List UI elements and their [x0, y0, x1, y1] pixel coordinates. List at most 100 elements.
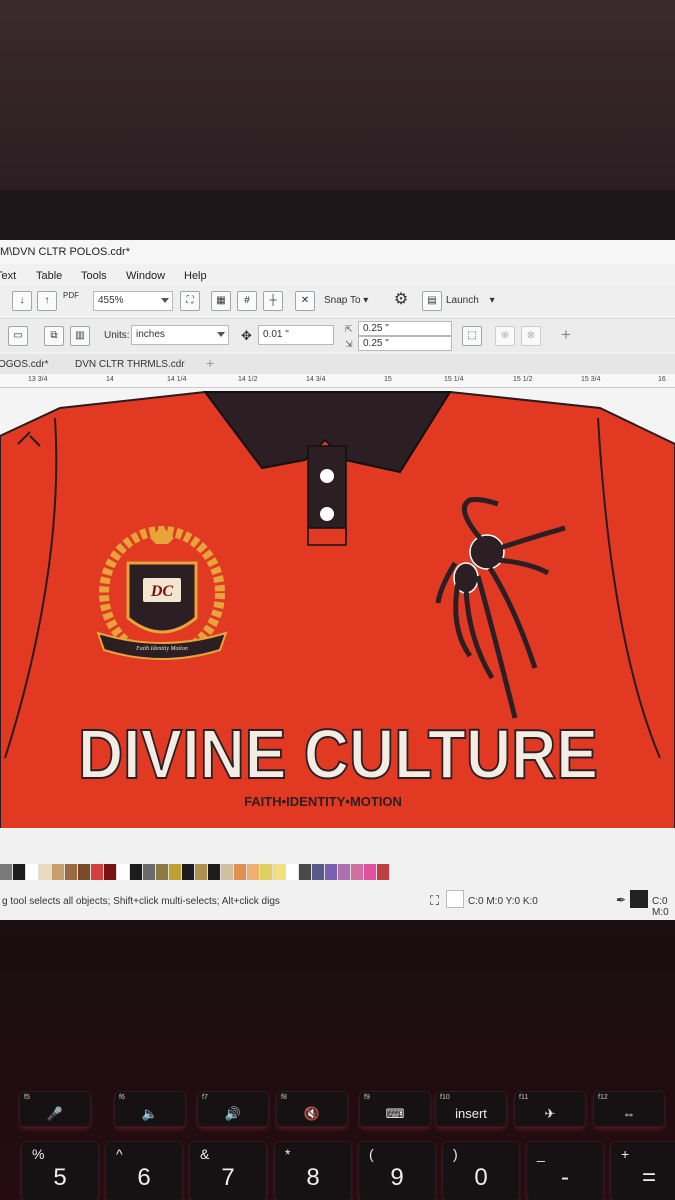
palette-swatch[interactable]: [39, 864, 52, 880]
key-icon: ✈: [544, 1106, 556, 1121]
palette-swatch[interactable]: [0, 864, 13, 880]
gear-icon[interactable]: ⚙: [391, 291, 411, 311]
import-icon[interactable]: ↓: [12, 291, 32, 311]
drawing-canvas[interactable]: DC Faith Identity Motion DIVINE CULTURE …: [0, 388, 675, 830]
number-key-7[interactable]: & 7: [190, 1142, 266, 1200]
number-key-5[interactable]: % 5: [22, 1142, 98, 1200]
number-key-0[interactable]: ) 0: [443, 1142, 519, 1200]
key-label: 9: [390, 1164, 404, 1191]
menu-item-tools[interactable]: Tools: [81, 270, 107, 282]
palette-swatch[interactable]: [364, 864, 377, 880]
photo-scene: M\DVN CLTR POLOS.cdr* Text Table Tools W…: [0, 0, 675, 1200]
placket: [307, 445, 347, 537]
palette-swatch[interactable]: [91, 864, 104, 880]
menu-item-table[interactable]: Table: [36, 270, 62, 282]
launch-button[interactable]: Launch ▾: [446, 295, 495, 306]
palette-swatch[interactable]: [156, 864, 169, 880]
palette-swatch[interactable]: [312, 864, 325, 880]
menu-item-window[interactable]: Window: [126, 270, 165, 282]
palette-swatch[interactable]: [104, 864, 117, 880]
duplicate-distance-x-field[interactable]: 0.25 ": [358, 321, 452, 336]
palette-swatch[interactable]: [325, 864, 338, 880]
publish-pdf-button[interactable]: PDF: [63, 291, 79, 300]
ruler-mark: 15 1/4: [444, 376, 464, 383]
application-launcher-icon[interactable]: ▤: [422, 291, 442, 311]
number-key--[interactable]: _ -: [527, 1142, 603, 1200]
fill-swatch[interactable]: [446, 890, 464, 908]
palette-swatch[interactable]: [208, 864, 221, 880]
dynamic-guides-icon[interactable]: ⊗: [521, 326, 541, 346]
key-icon: 🔈: [141, 1106, 159, 1121]
key-label: f11: [519, 1094, 529, 1101]
menu-item-help[interactable]: Help: [184, 270, 207, 282]
show-grid-icon[interactable]: #: [237, 291, 257, 311]
tab-logos[interactable]: OGOS.cdr*: [0, 359, 57, 370]
palette-swatch[interactable]: [377, 864, 390, 880]
nudge-distance-field[interactable]: 0.01 ": [258, 325, 334, 345]
chevron-down-icon: [217, 332, 225, 337]
page-orientation-icon[interactable]: ▭: [8, 326, 28, 346]
snap-off-icon[interactable]: ✕: [295, 291, 315, 311]
number-key-9[interactable]: (9: [359, 1142, 435, 1200]
menu-item-text[interactable]: Text: [0, 270, 16, 282]
full-screen-preview-icon[interactable]: ⛶: [180, 291, 200, 311]
snap-to-objects-icon[interactable]: ⊕: [495, 326, 515, 346]
units-dropdown[interactable]: inches: [131, 325, 229, 345]
palette-swatch[interactable]: [338, 864, 351, 880]
zoom-level-dropdown[interactable]: 455%: [93, 291, 173, 311]
palette-swatch[interactable]: [195, 864, 208, 880]
ruler-mark: 15 3/4: [581, 376, 601, 383]
palette-swatch[interactable]: [65, 864, 78, 880]
units-label: Units:: [104, 330, 130, 341]
palette-swatch[interactable]: [182, 864, 195, 880]
ruler-mark: 13 3/4: [28, 376, 48, 383]
new-tab-icon[interactable]: +: [206, 355, 214, 371]
duplicate-x-icon: ⇱: [345, 324, 353, 334]
key-label: f12: [598, 1094, 608, 1101]
all-pages-icon[interactable]: ⧉: [44, 326, 64, 346]
tab-dvn-cltr-thrmls[interactable]: DVN CLTR THRMLS.cdr: [75, 359, 185, 370]
current-page-icon[interactable]: ▥: [70, 326, 90, 346]
color-palette[interactable]: [0, 864, 390, 880]
palette-swatch[interactable]: [26, 864, 39, 880]
function-key-f8[interactable]: f8 🔇: [277, 1092, 347, 1126]
title-bar: M\DVN CLTR POLOS.cdr*: [0, 240, 675, 264]
palette-swatch[interactable]: [52, 864, 65, 880]
palette-swatch[interactable]: [286, 864, 299, 880]
palette-swatch[interactable]: [247, 864, 260, 880]
show-guidelines-icon[interactable]: ┼: [263, 291, 283, 311]
function-key-f11[interactable]: f11 ✈: [515, 1092, 585, 1126]
palette-swatch[interactable]: [143, 864, 156, 880]
function-key-f5[interactable]: f5 🎤: [20, 1092, 90, 1126]
show-rulers-icon[interactable]: ▦: [211, 291, 231, 311]
palette-swatch[interactable]: [117, 864, 130, 880]
palette-swatch[interactable]: [13, 864, 26, 880]
add-icon[interactable]: +: [561, 325, 571, 345]
export-icon[interactable]: ↑: [37, 291, 57, 311]
function-key-f12[interactable]: f12 ⇔: [594, 1092, 664, 1126]
palette-swatch[interactable]: [234, 864, 247, 880]
palette-swatch[interactable]: [221, 864, 234, 880]
treat-as-filled-icon[interactable]: ⬚: [462, 326, 482, 346]
snap-to-button[interactable]: Snap To ▾: [324, 295, 368, 306]
function-key-f9[interactable]: f9 ⌨: [360, 1092, 430, 1126]
palette-swatch[interactable]: [273, 864, 286, 880]
palette-swatch[interactable]: [78, 864, 91, 880]
function-key-f6[interactable]: f6 🔈: [115, 1092, 185, 1126]
function-key-f7[interactable]: f7 🔊: [198, 1092, 268, 1126]
palette-swatch[interactable]: [299, 864, 312, 880]
number-key-6[interactable]: ^ 6: [106, 1142, 182, 1200]
number-key-8[interactable]: * 8: [275, 1142, 351, 1200]
outline-swatch[interactable]: [630, 890, 648, 908]
key-shift-label: &: [200, 1146, 210, 1162]
zoom-value: 455%: [98, 295, 124, 306]
duplicate-distance-y-field[interactable]: 0.25 ": [358, 336, 452, 351]
palette-swatch[interactable]: [351, 864, 364, 880]
palette-swatch[interactable]: [130, 864, 143, 880]
function-key-f10[interactable]: f10 insert: [436, 1092, 506, 1126]
palette-swatch[interactable]: [260, 864, 273, 880]
coreldraw-window: M\DVN CLTR POLOS.cdr* Text Table Tools W…: [0, 240, 675, 920]
pen-icon: ✒: [616, 893, 627, 907]
number-key-=[interactable]: + =: [611, 1142, 675, 1200]
palette-swatch[interactable]: [169, 864, 182, 880]
